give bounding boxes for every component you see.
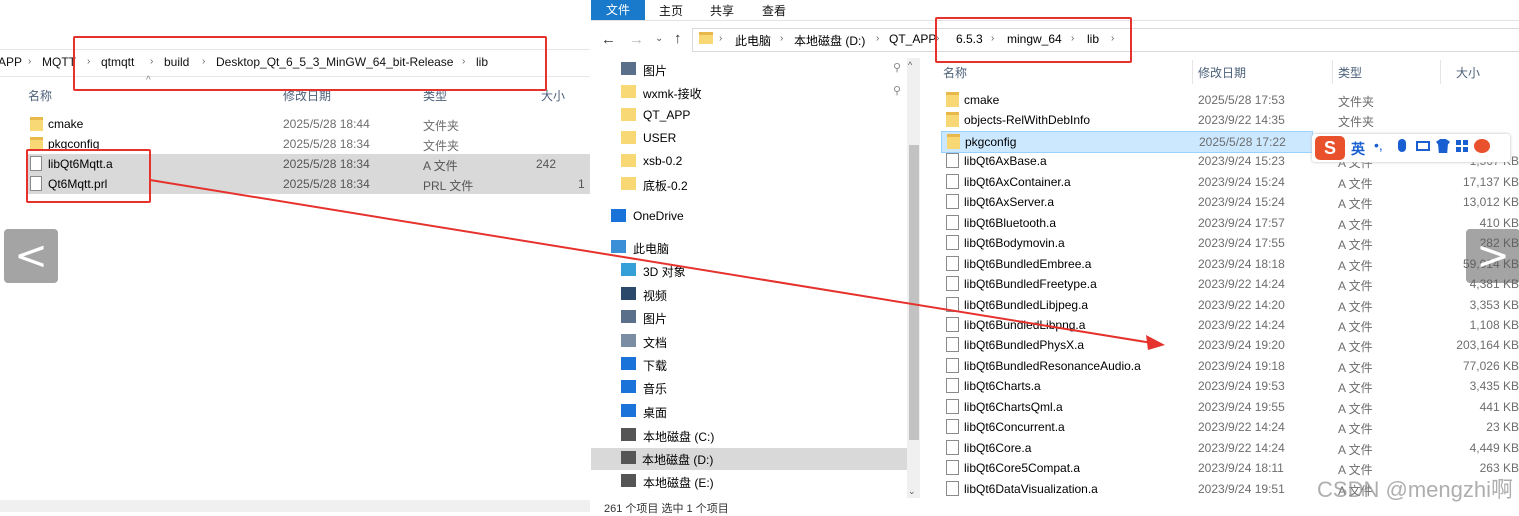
annotation-arrow [149, 179, 1165, 350]
watermark: CSDN @mengzhi啊 [1317, 477, 1513, 502]
